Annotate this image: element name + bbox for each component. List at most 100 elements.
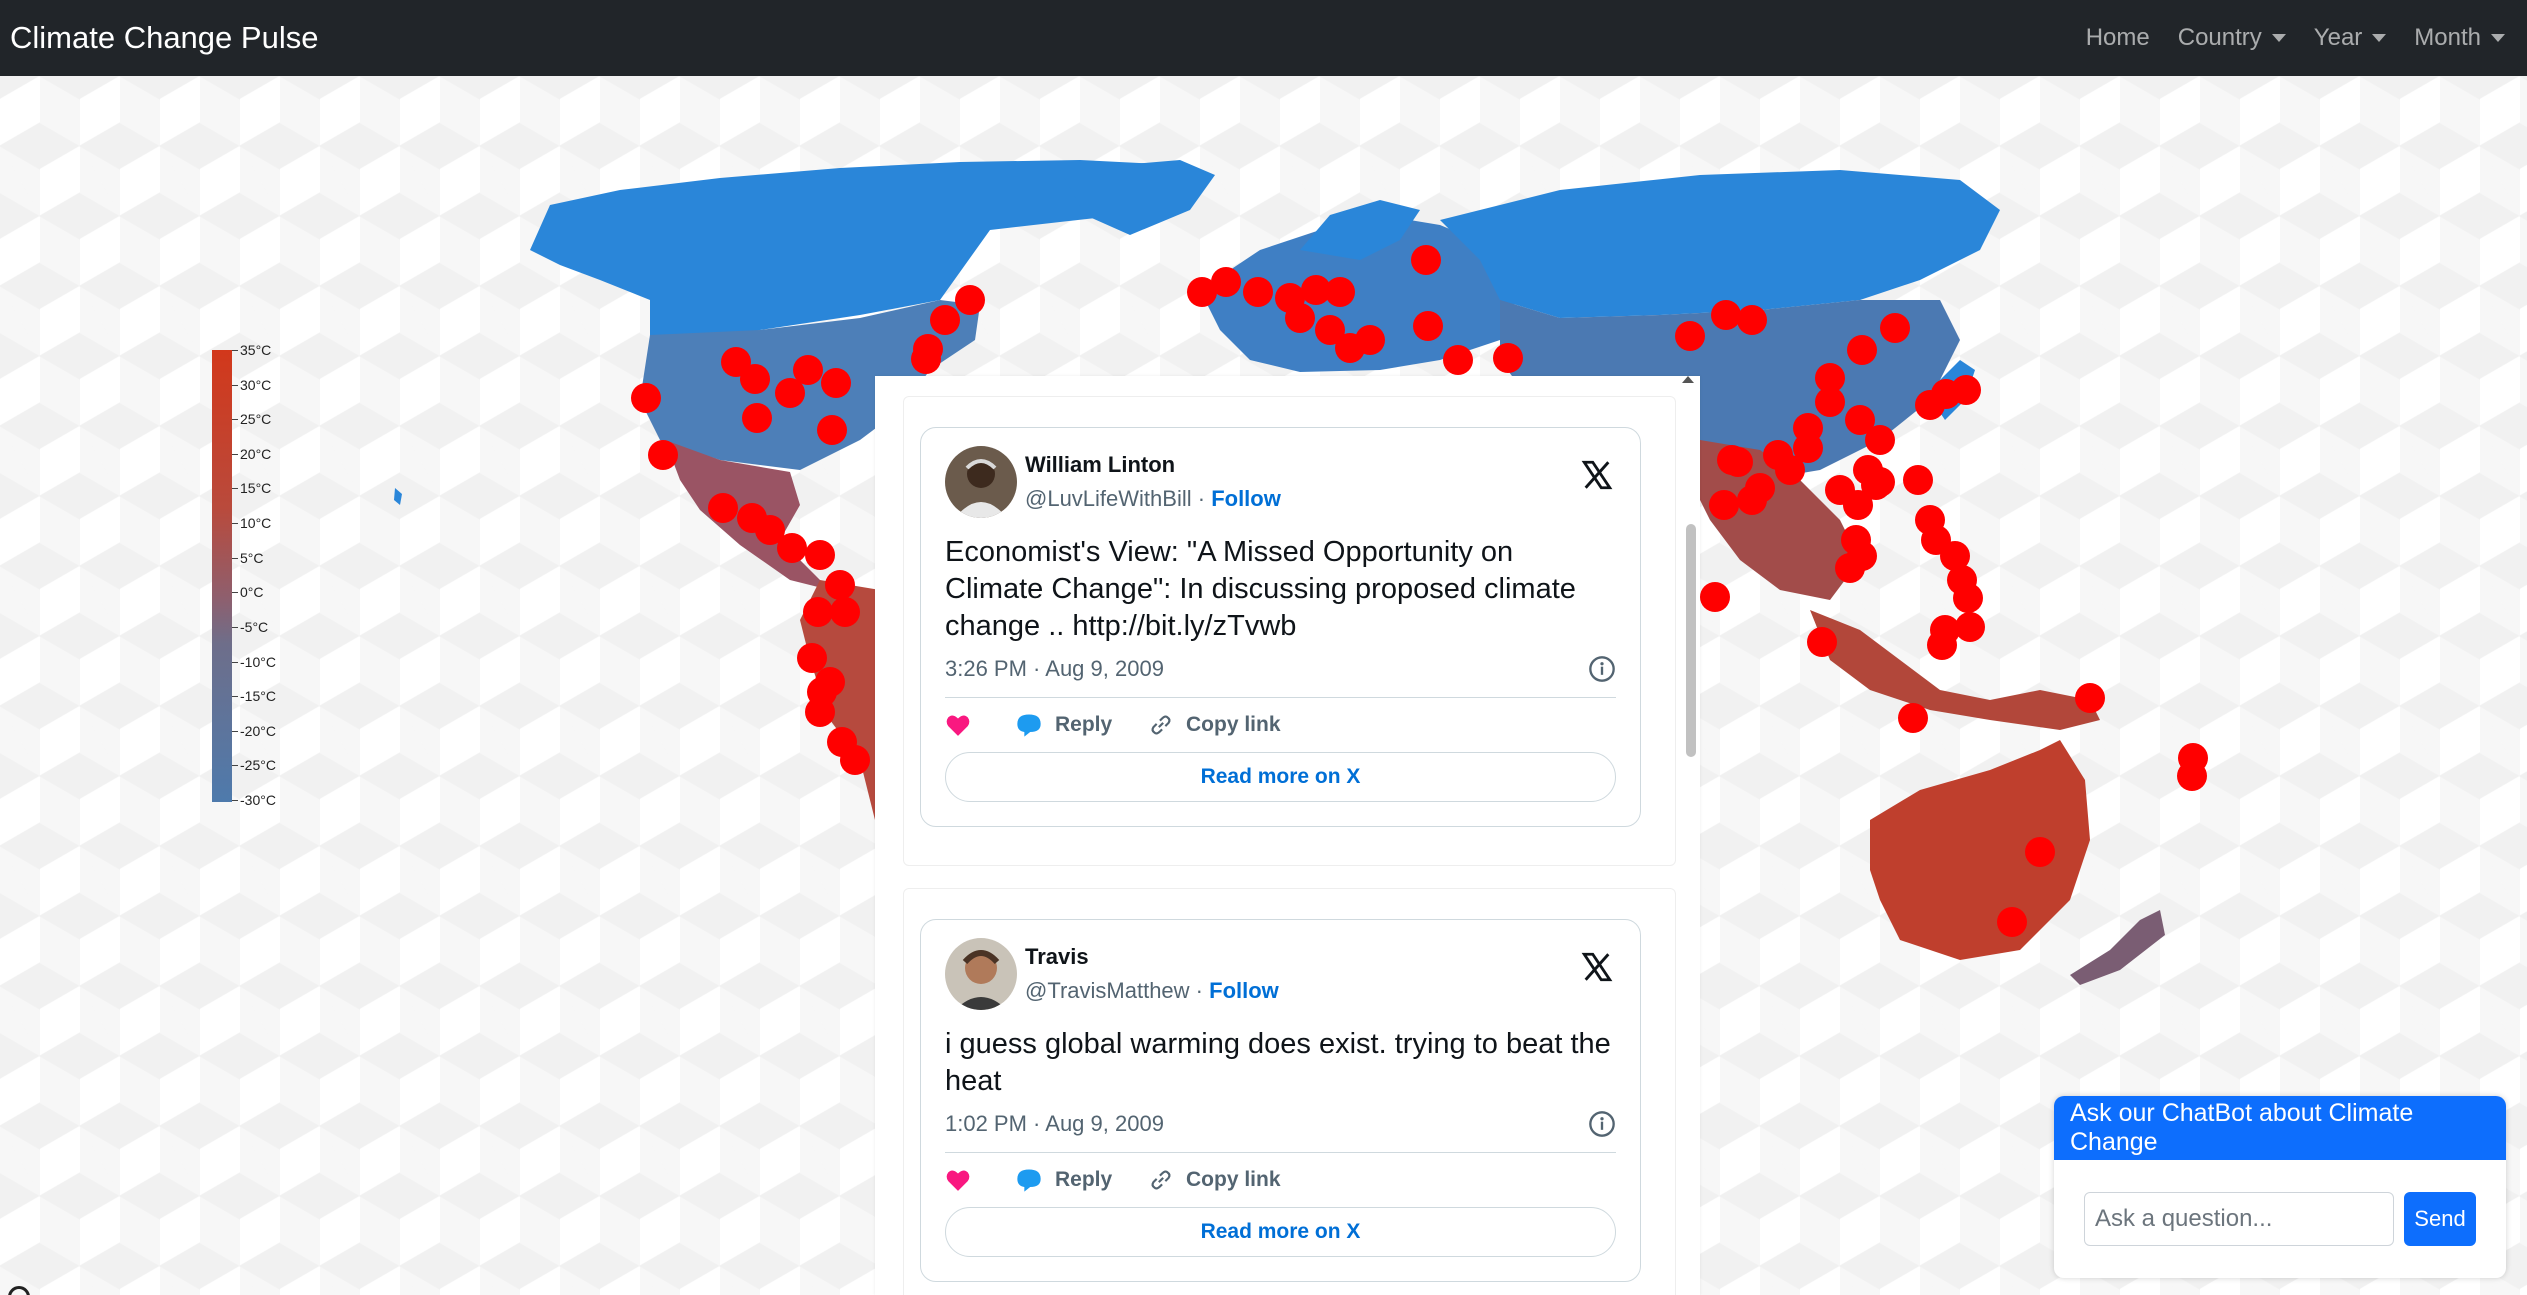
temperature-marker[interactable] <box>1709 490 1739 520</box>
temperature-marker[interactable] <box>1835 553 1865 583</box>
brand-title[interactable]: Climate Change Pulse <box>10 20 318 56</box>
temperature-marker[interactable] <box>1493 343 1523 373</box>
temperature-marker[interactable] <box>1413 311 1443 341</box>
temperature-marker[interactable] <box>1243 277 1273 307</box>
temperature-marker[interactable] <box>830 597 860 627</box>
temperature-marker[interactable] <box>1763 440 1793 470</box>
temperature-marker[interactable] <box>911 344 941 374</box>
temperature-marker[interactable] <box>2177 761 2207 791</box>
temperature-marker[interactable] <box>930 305 960 335</box>
tweet-panel[interactable]: William Linton @LuvLifeWithBill · Follow… <box>875 376 1700 1295</box>
temperature-marker[interactable] <box>708 493 738 523</box>
temperature-marker[interactable] <box>1865 425 1895 455</box>
read-more-button[interactable]: Read more on X <box>945 1207 1616 1257</box>
map-region-new-zealand[interactable] <box>2070 910 2165 985</box>
temperature-marker[interactable] <box>1443 345 1473 375</box>
temperature-marker[interactable] <box>775 378 805 408</box>
nav-country-label: Country <box>2177 24 2262 51</box>
temperature-marker[interactable] <box>1825 475 1855 505</box>
temperature-marker[interactable] <box>1915 390 1945 420</box>
temperature-marker[interactable] <box>825 570 855 600</box>
chatbot-question-input[interactable] <box>2084 1192 2394 1246</box>
temperature-marker[interactable] <box>955 285 985 315</box>
scroll-up-arrow-icon[interactable] <box>1682 376 1694 383</box>
temperature-marker[interactable] <box>1927 630 1957 660</box>
map-region-hawaii[interactable] <box>394 488 402 505</box>
x-logo-icon[interactable] <box>1580 458 1614 492</box>
reply-button[interactable]: Reply <box>1015 712 1148 738</box>
temperature-marker[interactable] <box>1955 612 1985 642</box>
tweet-timestamp[interactable]: 3:26 PM · Aug 9, 2009 <box>945 656 1164 682</box>
temperature-marker[interactable] <box>1903 465 1933 495</box>
reply-button[interactable]: Reply <box>1015 1167 1148 1193</box>
tweet-timestamp[interactable]: 1:02 PM · Aug 9, 2009 <box>945 1111 1164 1137</box>
temperature-marker[interactable] <box>1211 267 1241 297</box>
tweet-card[interactable]: Travis @TravisMatthew · Follow i guess g… <box>920 919 1641 1282</box>
temperature-marker[interactable] <box>1737 485 1767 515</box>
link-icon <box>1151 1170 1171 1190</box>
nav-year-dropdown[interactable]: Year <box>2314 24 2387 52</box>
chatbot-header[interactable]: Ask our ChatBot about Climate Change <box>2054 1096 2506 1160</box>
temperature-marker[interactable] <box>1861 470 1891 500</box>
author-name[interactable]: Travis <box>1025 944 1279 970</box>
nav-country-dropdown[interactable]: Country <box>2178 24 2286 52</box>
follow-link[interactable]: Follow <box>1209 978 1279 1003</box>
temperature-marker[interactable] <box>1355 325 1385 355</box>
temperature-marker[interactable] <box>817 415 847 445</box>
temperature-marker[interactable] <box>2025 837 2055 867</box>
nav-month-dropdown[interactable]: Month <box>2414 24 2505 52</box>
temperature-marker[interactable] <box>742 403 772 433</box>
temperature-marker[interactable] <box>2075 683 2105 713</box>
tweet-card[interactable]: William Linton @LuvLifeWithBill · Follow… <box>920 427 1641 827</box>
temperature-marker[interactable] <box>1711 300 1741 330</box>
temperature-marker[interactable] <box>1815 387 1845 417</box>
map-region-australia[interactable] <box>1870 740 2090 960</box>
temperature-marker[interactable] <box>740 364 770 394</box>
info-icon[interactable] <box>1588 1110 1616 1138</box>
temperature-marker[interactable] <box>1411 245 1441 275</box>
author-handle[interactable]: @LuvLifeWithBill <box>1025 486 1192 511</box>
temperature-marker[interactable] <box>797 643 827 673</box>
copy-link-button[interactable]: Copy link <box>1148 1167 1281 1193</box>
temperature-marker[interactable] <box>840 745 870 775</box>
like-button[interactable] <box>945 1168 1015 1192</box>
legend-label: 5°C <box>240 550 264 566</box>
author-name[interactable]: William Linton <box>1025 452 1281 478</box>
follow-link[interactable]: Follow <box>1211 486 1281 511</box>
temperature-marker[interactable] <box>777 533 807 563</box>
temperature-marker[interactable] <box>1737 305 1767 335</box>
temperature-marker[interactable] <box>1675 321 1705 351</box>
scrollbar[interactable] <box>1682 376 1696 1295</box>
temperature-marker[interactable] <box>1285 303 1315 333</box>
scrollbar-thumb[interactable] <box>1686 524 1696 757</box>
info-icon[interactable] <box>1588 655 1616 683</box>
temperature-marker[interactable] <box>821 368 851 398</box>
nav-home[interactable]: Home <box>2086 24 2150 52</box>
avatar[interactable] <box>945 446 1017 518</box>
tweet-actions: Reply Copy link <box>945 712 1616 738</box>
temperature-marker[interactable] <box>1997 907 2027 937</box>
read-more-button[interactable]: Read more on X <box>945 752 1616 802</box>
temperature-marker[interactable] <box>1847 335 1877 365</box>
map-region-greenland[interactable] <box>1060 160 1215 235</box>
temperature-marker[interactable] <box>803 597 833 627</box>
temperature-marker[interactable] <box>807 677 837 707</box>
like-button[interactable] <box>945 713 1015 737</box>
temperature-marker[interactable] <box>1700 582 1730 612</box>
temperature-marker[interactable] <box>805 540 835 570</box>
temperature-marker[interactable] <box>1880 313 1910 343</box>
copy-link-button[interactable]: Copy link <box>1148 712 1281 738</box>
temperature-marker[interactable] <box>1951 375 1981 405</box>
temperature-marker[interactable] <box>1898 703 1928 733</box>
map-region-russia[interactable] <box>1440 170 2000 318</box>
temperature-marker[interactable] <box>1953 583 1983 613</box>
temperature-marker[interactable] <box>648 440 678 470</box>
temperature-marker[interactable] <box>1807 627 1837 657</box>
author-handle[interactable]: @TravisMatthew <box>1025 978 1190 1003</box>
temperature-marker[interactable] <box>1717 445 1747 475</box>
temperature-marker[interactable] <box>1325 277 1355 307</box>
temperature-marker[interactable] <box>631 383 661 413</box>
avatar[interactable] <box>945 938 1017 1010</box>
send-button[interactable]: Send <box>2404 1192 2476 1246</box>
x-logo-icon[interactable] <box>1580 950 1614 984</box>
